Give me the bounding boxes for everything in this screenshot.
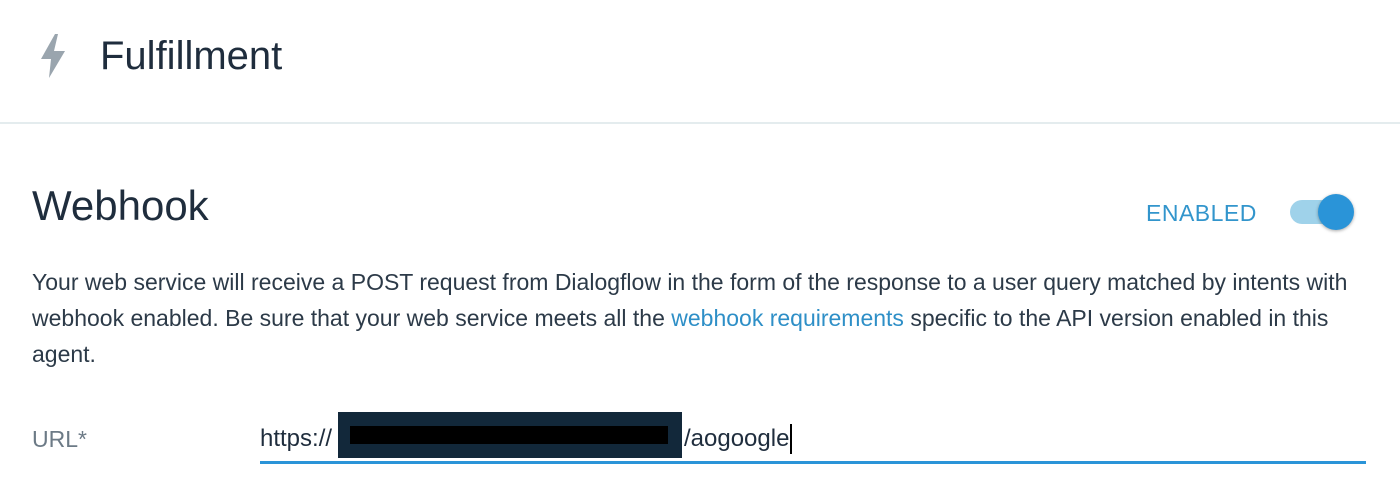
page-title: Fulfillment bbox=[100, 34, 283, 78]
url-input[interactable]: https:// /aogoogle bbox=[260, 410, 1366, 464]
page-header: Fulfillment bbox=[0, 0, 1400, 124]
redacted-block bbox=[338, 412, 682, 458]
webhook-description: Your web service will receive a POST req… bbox=[32, 264, 1352, 372]
text-caret bbox=[790, 424, 793, 454]
lightning-bolt-icon bbox=[41, 34, 65, 78]
toggle-knob bbox=[1318, 194, 1354, 230]
webhook-status-label: ENABLED bbox=[1146, 200, 1257, 226]
webhook-section-title: Webhook bbox=[32, 182, 209, 229]
url-prefix-text: https:// bbox=[260, 425, 333, 452]
webhook-requirements-link[interactable]: webhook requirements bbox=[671, 305, 904, 331]
webhook-enable-toggle[interactable] bbox=[1288, 194, 1356, 230]
redaction-bar bbox=[350, 426, 668, 444]
url-suffix-value: /aogoogle bbox=[684, 425, 790, 452]
url-field-label: URL* bbox=[32, 426, 87, 452]
url-suffix-text: /aogoogle bbox=[684, 424, 793, 454]
